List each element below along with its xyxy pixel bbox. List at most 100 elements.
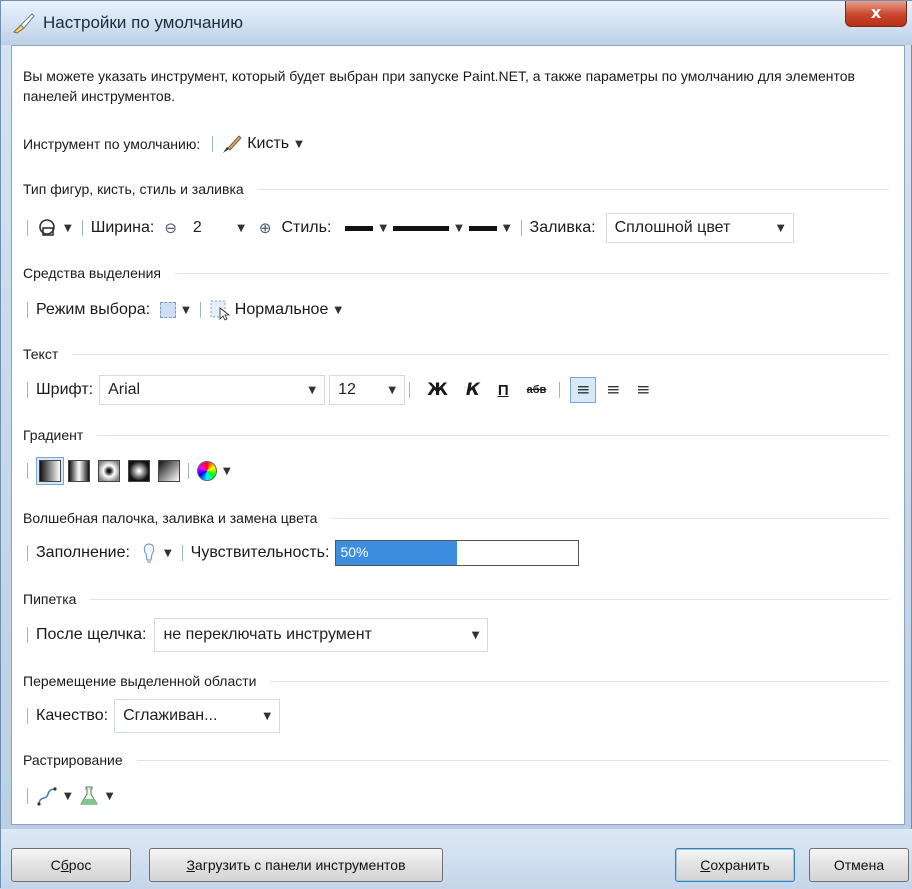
gradient-color-mode-dropdown[interactable]: ▼ xyxy=(197,461,237,481)
after-click-value: не переключать инструмент xyxy=(163,626,372,643)
brush-width-value: 2 xyxy=(192,219,202,236)
toolbar-grip xyxy=(27,788,28,804)
after-click-dropdown[interactable]: не переключать инструмент ▼ xyxy=(154,618,489,652)
brush-width-dropdown[interactable]: 2 ▼ xyxy=(184,213,253,243)
default-tool-value: Кисть xyxy=(247,135,290,152)
line-start-dropdown[interactable]: ▼ xyxy=(345,223,393,234)
chevron-down-icon: ▼ xyxy=(308,384,317,396)
toolbar-grip xyxy=(188,463,189,479)
chevron-down-icon: ▼ xyxy=(455,222,463,234)
move-toolbar: Качество: Сглаживан... ▼ xyxy=(23,699,281,733)
fill-dropdown[interactable]: Сплошной цвет ▼ xyxy=(605,213,794,243)
chevron-down-icon: ▼ xyxy=(105,790,114,802)
after-click-label: После щелчка: xyxy=(36,626,147,643)
font-label: Шрифт: xyxy=(36,381,94,398)
linear-gradient-icon xyxy=(39,460,61,482)
shape-type-icon xyxy=(39,219,55,236)
reflected-gradient-icon[interactable] xyxy=(68,460,90,482)
toolbar-grip xyxy=(27,382,28,398)
reset-button[interactable]: Сброс xyxy=(11,848,131,882)
bold-button[interactable]: Ж xyxy=(427,380,448,400)
shapes-section-title: Тип фигур, кисть, стиль и заливка xyxy=(23,181,244,197)
tolerance-value: 50% xyxy=(340,544,369,560)
settings-dialog: Настройки по умолчанию x Вы можете указа… xyxy=(0,0,912,889)
chevron-down-icon: ▼ xyxy=(163,547,172,559)
chevron-down-icon: ▼ xyxy=(295,138,303,150)
gradient-section-header: Градиент xyxy=(23,425,889,445)
chevron-down-icon: ▼ xyxy=(471,629,480,641)
default-tool-label: Инструмент по умолчанию: xyxy=(23,136,201,152)
text-section-title: Текст xyxy=(23,346,59,362)
flood-mode-label: Заполнение: xyxy=(36,544,130,561)
font-dropdown[interactable]: Arial ▼ xyxy=(99,375,326,405)
color-wheel-icon xyxy=(197,461,217,481)
flood-mode-dropdown[interactable]: ▼ xyxy=(140,542,178,564)
line-end-dropdown[interactable]: ▼ xyxy=(468,223,517,234)
quality-dropdown[interactable]: Сглаживан... ▼ xyxy=(114,699,281,733)
font-value: Arial xyxy=(108,381,141,398)
diamond-gradient-icon[interactable] xyxy=(98,460,120,482)
toolbar-grip xyxy=(409,382,411,398)
reset-label-hotkey: б xyxy=(60,857,69,873)
picker-section-header: Пипетка xyxy=(23,589,889,609)
conical-gradient-icon[interactable] xyxy=(158,460,180,482)
underline-button[interactable]: П xyxy=(498,382,509,399)
title-bar[interactable]: Настройки по умолчанию x xyxy=(1,1,912,45)
gradient-section-title: Градиент xyxy=(23,427,84,443)
blend-mode-dropdown[interactable]: ▼ xyxy=(78,785,120,807)
toolbar-grip xyxy=(27,220,28,236)
chevron-down-icon: ▼ xyxy=(64,790,72,802)
selection-quality-dropdown[interactable]: Нормальное ▼ xyxy=(209,299,348,321)
selection-section-header: Средства выделения xyxy=(23,263,889,283)
chevron-down-icon: ▼ xyxy=(334,304,343,316)
antialiasing-dropdown[interactable]: ▼ xyxy=(36,785,78,807)
shapes-toolbar: ▼ Ширина: ⊖ 2 ▼ ⊕ Стиль: ▼ ▼ ▼ Заливка: … xyxy=(23,213,794,243)
toolbar-grip xyxy=(559,382,561,398)
toolbar-grip xyxy=(27,627,28,643)
decrease-width-icon[interactable]: ⊖ xyxy=(164,219,177,237)
intro-text: Вы можете указать инструмент, который бу… xyxy=(23,68,855,104)
load-label-hotkey: З xyxy=(186,857,195,873)
reset-label-b: рос xyxy=(68,857,92,873)
save-button[interactable]: Сохранить xyxy=(675,848,795,882)
fill-label: Заливка: xyxy=(529,219,596,236)
align-right-icon[interactable]: ≡ xyxy=(630,377,656,403)
radial-gradient-icon[interactable] xyxy=(128,460,150,482)
move-section-header: Перемещение выделенной области xyxy=(23,671,889,691)
toolbar-grip xyxy=(81,220,83,236)
toolbar-grip xyxy=(199,302,201,318)
font-size-dropdown[interactable]: 12 ▼ xyxy=(329,375,406,405)
selection-mode-dropdown[interactable]: ▼ xyxy=(160,302,196,318)
picker-toolbar: После щелчка: не переключать инструмент … xyxy=(23,618,489,652)
wand-toolbar: Заполнение: ▼ Чувствительность: 50% xyxy=(23,538,580,568)
save-label-hotkey: С xyxy=(700,857,711,873)
toolbar-grip xyxy=(181,545,183,561)
save-label: охранить xyxy=(710,857,770,873)
raster-toolbar: ▼ ▼ xyxy=(23,781,119,811)
shape-type-dropdown[interactable]: ▼ xyxy=(36,217,78,239)
close-button[interactable]: x xyxy=(845,1,907,27)
strikethrough-button[interactable]: абв xyxy=(527,384,547,396)
load-from-toolbar-button[interactable]: Загрузить с панели инструментов xyxy=(149,848,443,882)
chevron-down-icon: ▼ xyxy=(388,384,397,396)
align-center-icon[interactable]: ≡ xyxy=(600,377,626,403)
load-label: агрузить с панели инструментов xyxy=(194,857,406,873)
linear-gradient-button[interactable] xyxy=(36,457,64,485)
wand-section-header: Волшебная палочка, заливка и замена цвет… xyxy=(23,508,889,528)
chevron-down-icon: ▼ xyxy=(182,304,190,316)
cancel-button[interactable]: Отмена xyxy=(809,848,909,882)
style-label: Стиль: xyxy=(281,219,332,236)
line-start-icon xyxy=(345,225,374,231)
increase-width-icon[interactable]: ⊕ xyxy=(259,219,272,237)
italic-button[interactable]: К xyxy=(466,380,480,400)
selection-mode-label: Режим выбора: xyxy=(36,301,151,318)
toolbar-grip xyxy=(27,302,28,318)
align-left-icon[interactable]: ≡ xyxy=(570,377,597,403)
dash-style-dropdown[interactable]: ▼ xyxy=(393,223,469,234)
fill-value: Сплошной цвет xyxy=(614,219,731,236)
quality-value: Сглаживан... xyxy=(123,707,218,724)
selection-mode-icon xyxy=(160,302,177,318)
default-tool-dropdown[interactable]: Кисть ▼ xyxy=(221,133,309,155)
chevron-down-icon: ▼ xyxy=(64,222,72,234)
tolerance-slider[interactable]: 50% xyxy=(335,540,580,566)
